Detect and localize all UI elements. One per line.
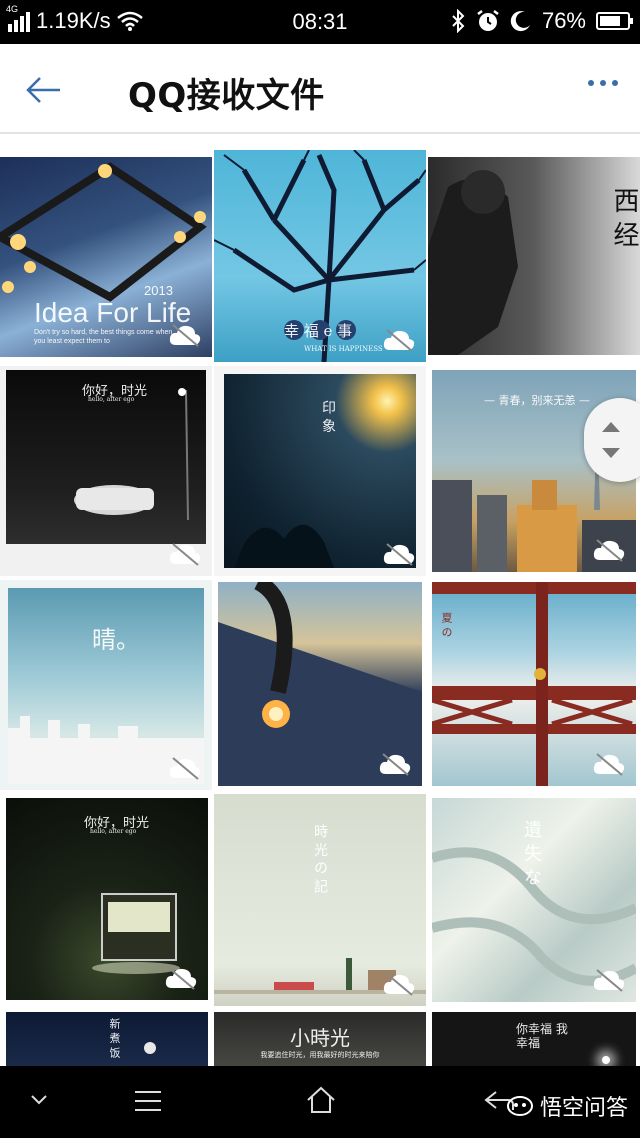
cloud-off-icon [593,539,625,562]
cloud-off-icon [165,967,197,990]
tile-caption: — 青春，别来无恙 — [484,394,590,407]
tile-caption: 你幸福 我幸福 [516,1022,568,1050]
tile-subcaption: 我要追住时光，用我最好的时光来陪你 [260,1051,380,1059]
status-bar: 4G 1.19K/s 08:31 76% [0,0,640,44]
image-tile[interactable]: 夏 の [432,582,636,786]
cloud-off-icon [169,543,201,566]
more-dots-icon[interactable] [588,80,618,86]
image-tile[interactable]: Idea For Life 2013 Don't try so hard, th… [0,157,212,357]
tile-photo [8,588,204,784]
battery-fill [600,16,620,26]
tile-subcaption: WHAT IS HAPPINESS [304,345,383,353]
cloud-off-icon [383,329,415,352]
watermark: 悟空问答 [506,1090,628,1122]
cloud-off-icon [383,543,415,566]
watermark-text: 悟空问答 [539,1096,628,1121]
tile-caption: 西 经 [609,187,639,248]
image-tile[interactable] [218,582,422,786]
tile-caption: 夏 の [440,612,453,638]
up-down-arrows-icon [602,422,620,458]
tile-caption: 時 光 の 記 [312,824,328,894]
cloud-off-icon [383,973,415,996]
system-navigation-bar: 悟空问答 [0,1066,640,1138]
battery-percent: 76% [541,8,586,33]
alarm-icon [477,10,499,31]
tile-subcaption: 2013 [144,283,173,298]
image-tile[interactable]: 你好，时光 hello, after ego [0,366,212,576]
chevron-down-icon[interactable] [30,1094,48,1106]
tile-caption: 幸 福 e 事 [284,322,353,340]
image-tile[interactable]: 小時光 我要追住时光，用我最好的时光来陪你 [214,1012,426,1066]
image-tile[interactable]: 幸 福 e 事 WHAT IS HAPPINESS [214,150,426,362]
page-title: QQ接收文件 [128,76,325,116]
fast-scroll-handle[interactable] [584,398,640,482]
tile-subcaption: hello, after ego [88,396,135,403]
image-tile[interactable]: 印 象 [214,366,426,576]
tile-tagline: Don't try so hard, the best things come … [34,329,173,345]
image-tile[interactable]: 你幸福 我幸福 [432,1012,636,1066]
cloud-off-icon [593,969,625,992]
status-right: 76% [450,8,633,34]
cloud-off-icon [169,324,201,347]
home-icon[interactable] [306,1086,336,1114]
tile-caption: 晴。 [92,626,140,654]
image-tile[interactable]: 西 经 [428,157,640,355]
moon-shape [144,1042,156,1054]
cloud-off-icon [593,753,625,776]
bluetooth-icon [452,9,465,33]
arrow-left-icon[interactable] [24,70,64,110]
menu-icon[interactable] [134,1090,162,1112]
image-tile[interactable]: 你好，时光 hello, after ego [6,798,208,1000]
tile-caption: 新 煮 饭 [108,1018,121,1058]
image-tile[interactable]: 新 煮 饭 [6,1012,208,1066]
cloud-off-icon [169,757,201,780]
tile-caption: 印 象 [320,400,336,433]
tile-subcaption: hello, after ego [90,828,137,835]
wukong-logo-icon [506,1096,533,1116]
image-tile[interactable]: 時 光 の 記 [214,794,426,1006]
cloud-off-icon [379,753,411,776]
light-spot [602,1056,610,1064]
moon-icon [510,11,530,32]
tile-caption: 小時光 [290,1026,350,1050]
app-bar: QQ接收文件 [0,44,640,134]
tile-caption: 遺 失 な [521,820,542,886]
battery-icon [596,12,633,30]
image-tile[interactable]: 遺 失 な [432,798,636,1002]
image-tile[interactable]: 晴。 [0,580,212,790]
image-grid[interactable]: Idea For Life 2013 Don't try so hard, th… [0,134,640,1066]
